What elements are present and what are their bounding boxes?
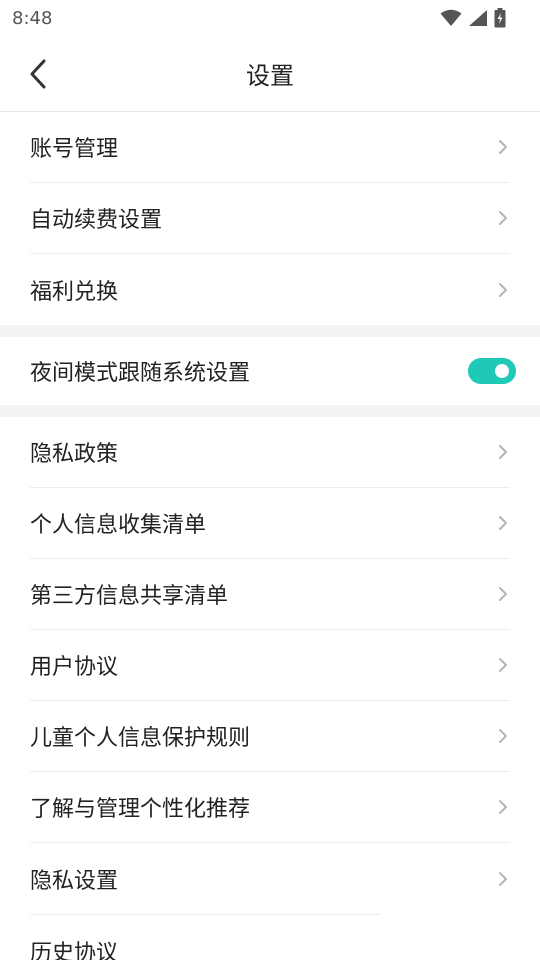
settings-row-user-agreement[interactable]: 用户协议 — [30, 630, 510, 701]
row-label: 第三方信息共享清单 — [30, 584, 229, 609]
chevron-right-icon — [496, 727, 510, 745]
settings-row-third-party-sharing[interactable]: 第三方信息共享清单 — [30, 559, 510, 630]
account-section: 账号管理 自动续费设置 福利兑换 — [0, 112, 540, 325]
row-label: 个人信息收集清单 — [30, 513, 207, 538]
row-label: 福利兑换 — [30, 279, 119, 305]
section-divider — [0, 405, 540, 417]
row-label: 用户协议 — [30, 655, 119, 680]
row-label: 了解与管理个性化推荐 — [30, 797, 251, 822]
settings-row-child-protection[interactable]: 儿童个人信息保护规则 — [30, 701, 510, 772]
chevron-right-icon — [496, 585, 510, 603]
display-section: 夜间模式跟随系统设置 — [0, 337, 540, 405]
settings-row-personal-info-list[interactable]: 个人信息收集清单 — [30, 488, 510, 559]
wifi-icon — [440, 9, 462, 26]
chevron-left-icon — [30, 59, 46, 89]
page-title: 设置 — [246, 62, 294, 90]
chevron-right-icon — [496, 209, 510, 227]
row-label: 自动续费设置 — [30, 208, 163, 233]
privacy-section: 隐私政策 个人信息收集清单 第三方信息共享清单 用户协议 儿童个人信息保护规则 — [0, 417, 540, 960]
settings-row-privacy-policy[interactable]: 隐私政策 — [30, 417, 510, 488]
settings-row-night-mode: 夜间模式跟随系统设置 — [30, 337, 516, 405]
night-mode-toggle[interactable] — [468, 358, 516, 384]
chevron-right-icon — [496, 870, 510, 888]
settings-screen: 8:48 设置 账号管理 自动续费设置 福利兑换 夜间模式跟随系统设置 隐私政策… — [0, 0, 540, 960]
row-label: 隐私政策 — [30, 442, 119, 467]
settings-row-auto-renewal[interactable]: 自动续费设置 — [30, 183, 510, 254]
chevron-right-icon — [496, 138, 510, 156]
back-button[interactable] — [18, 54, 58, 94]
chevron-right-icon — [496, 656, 510, 674]
status-bar: 8:48 — [0, 0, 540, 36]
settings-row-history-agreement[interactable]: 历史协议 — [30, 915, 510, 960]
settings-row-welfare-exchange[interactable]: 福利兑换 — [30, 254, 510, 325]
chevron-right-icon — [496, 443, 510, 461]
row-label: 账号管理 — [30, 137, 119, 162]
battery-charging-icon — [494, 8, 506, 28]
settings-row-account-management[interactable]: 账号管理 — [30, 112, 510, 183]
chevron-right-icon — [496, 514, 510, 532]
row-label: 夜间模式跟随系统设置 — [30, 361, 251, 386]
signal-icon — [469, 10, 487, 26]
chevron-right-icon — [496, 798, 510, 816]
toggle-knob — [495, 364, 509, 378]
status-icons — [440, 8, 506, 28]
nav-header: 设置 — [0, 36, 540, 112]
row-label: 儿童个人信息保护规则 — [30, 726, 251, 751]
row-label: 历史协议 — [30, 940, 119, 960]
row-label: 隐私设置 — [30, 868, 119, 894]
status-time: 8:48 — [12, 7, 53, 29]
section-divider — [0, 325, 540, 337]
chevron-right-icon — [496, 281, 510, 299]
settings-row-privacy-settings[interactable]: 隐私设置 — [30, 843, 510, 914]
settings-row-personalized-recommendation[interactable]: 了解与管理个性化推荐 — [30, 772, 510, 843]
